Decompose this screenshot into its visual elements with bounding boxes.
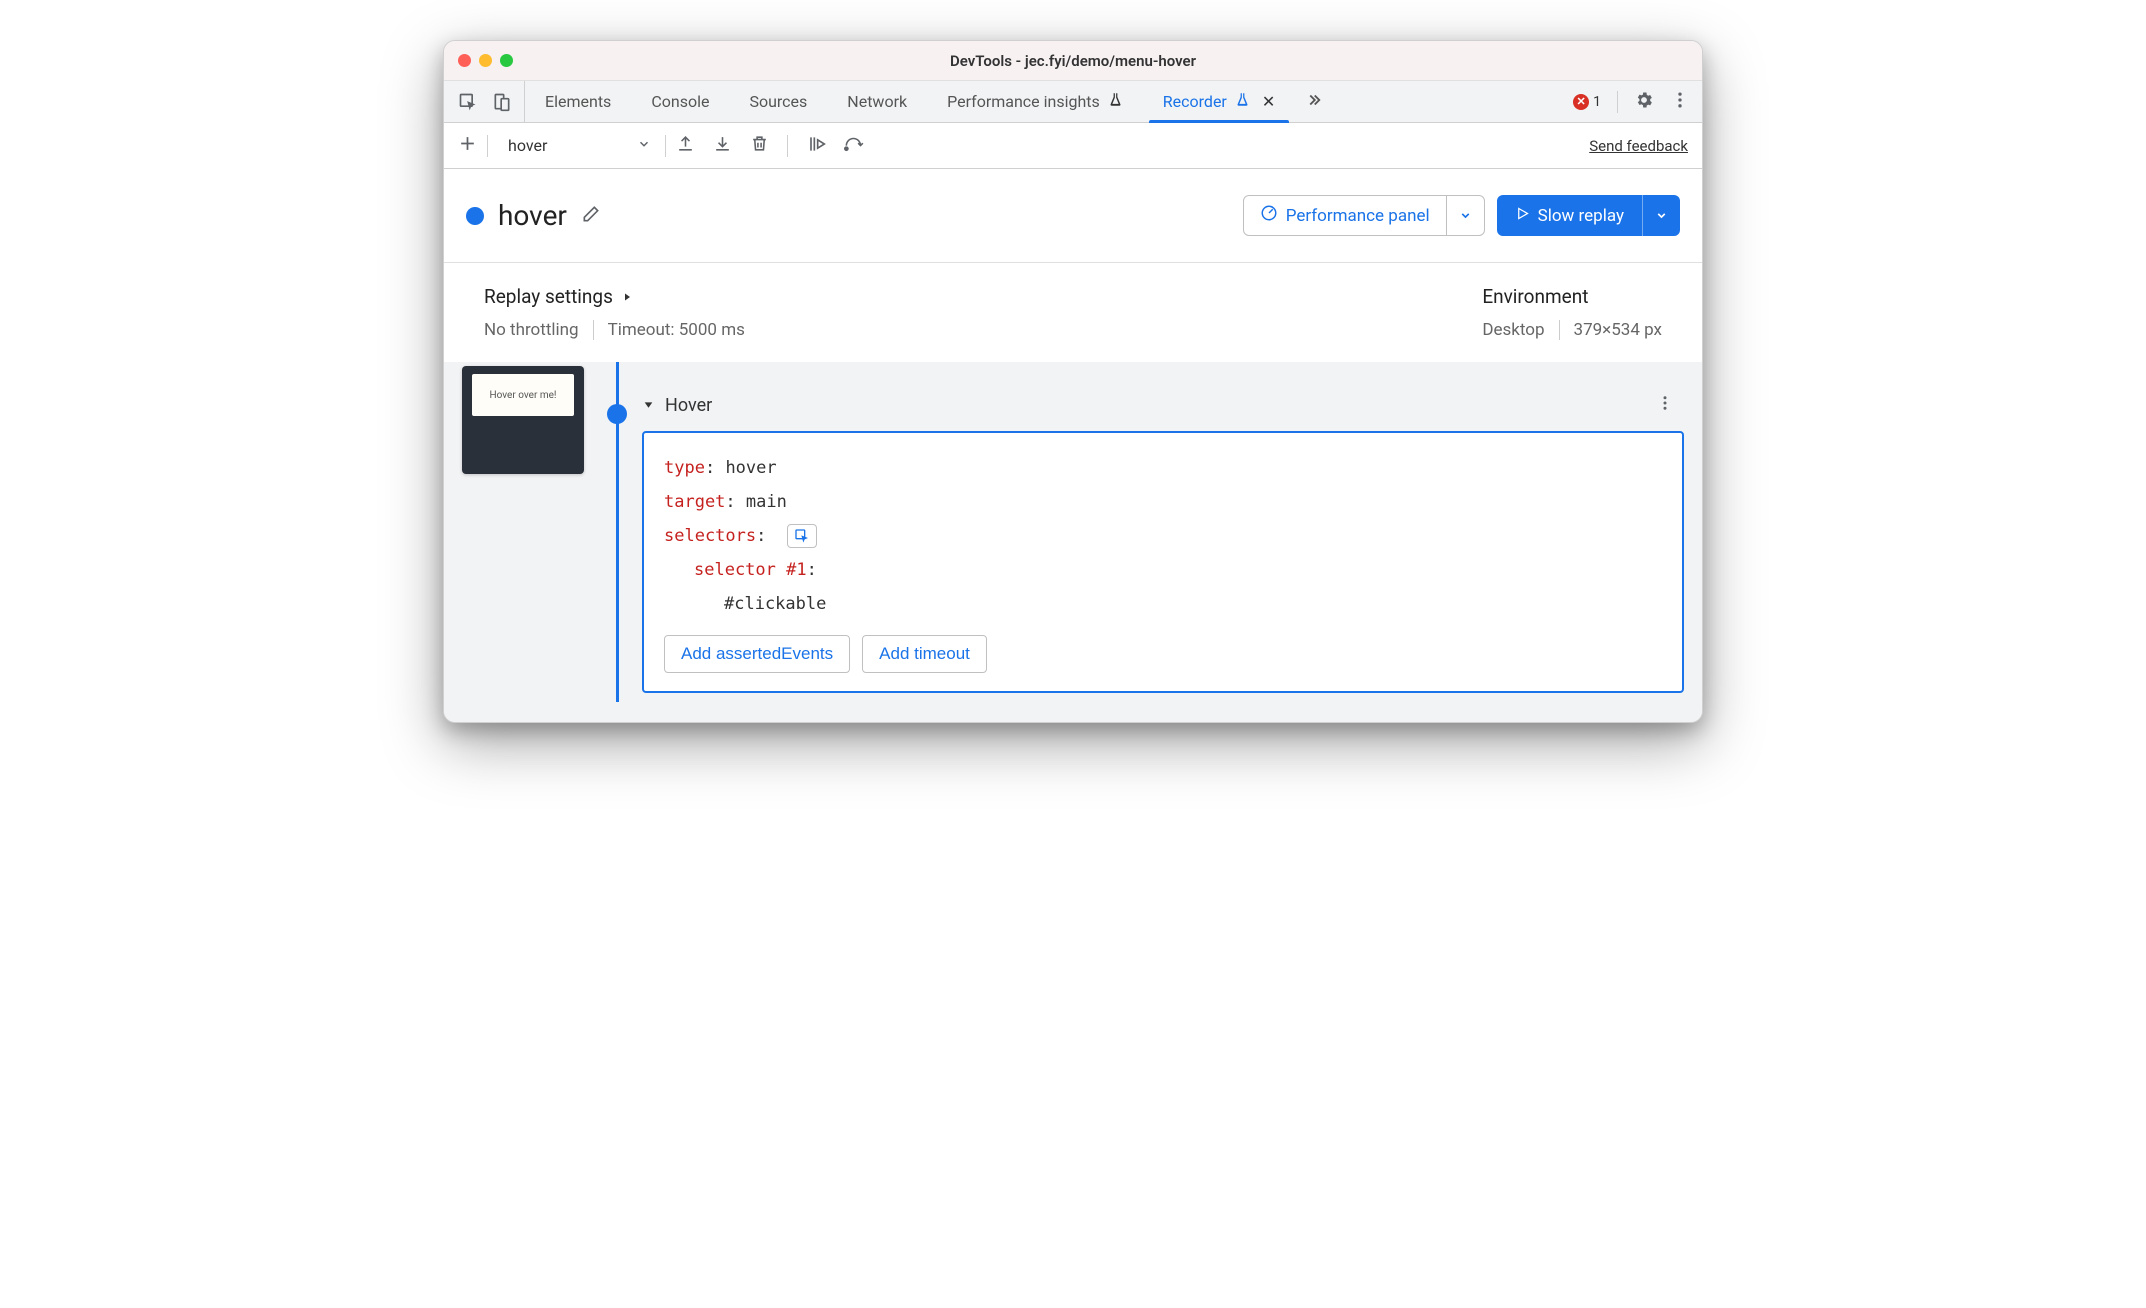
maximize-window-button[interactable] [500,54,513,67]
step-thumbnail[interactable]: Hover over me! [462,366,584,474]
recording-header: hover Performance panel [444,169,1702,263]
settings-gear-icon[interactable] [1634,90,1654,114]
error-badge[interactable]: ✕ 1 [1573,94,1601,110]
tab-network[interactable]: Network [827,81,927,122]
recorder-toolbar: hover Send feedback [444,123,1702,169]
steps-area: Hover over me! Hover [444,362,1702,722]
window-title: DevTools - jec.fyi/demo/menu-hover [444,52,1702,70]
close-tab-icon[interactable]: ✕ [1262,92,1275,111]
replay-settings-toggle[interactable]: Replay settings [484,285,1482,308]
tab-elements[interactable]: Elements [525,81,631,122]
delete-icon[interactable] [750,134,769,157]
titlebar: DevTools - jec.fyi/demo/menu-hover [444,41,1702,81]
chevrons-right-icon [1305,91,1323,113]
tab-recorder[interactable]: Recorder ✕ [1143,81,1295,122]
thumbnail-label: Hover over me! [490,390,557,401]
step-details-card: type: hover target: main selectors: sele… [642,431,1684,693]
environment-label: Environment [1482,285,1662,308]
more-tabs-button[interactable] [1295,81,1333,122]
dimensions-value: 379×534 px [1574,320,1662,340]
add-asserted-events-button[interactable]: Add assertedEvents [664,635,850,673]
panel-tabbar: Elements Console Sources Network Perform… [444,81,1702,123]
flask-icon [1235,92,1250,111]
timeout-value: Timeout: 5000 ms [608,320,745,340]
device-value: Desktop [1482,320,1544,340]
settings-row: Replay settings No throttling Timeout: 5… [444,263,1702,362]
tab-console[interactable]: Console [631,81,729,122]
error-icon: ✕ [1573,94,1589,110]
caret-down-icon [642,395,655,416]
replay-dropdown[interactable] [1642,195,1680,236]
panel-tabs: Elements Console Sources Network Perform… [525,81,1333,122]
send-feedback-link[interactable]: Send feedback [1589,137,1688,155]
tabbar-right: ✕ 1 [1561,81,1702,122]
inspect-controls [452,81,525,122]
record-indicator-icon [466,207,484,225]
recording-select[interactable]: hover [498,136,655,155]
close-window-button[interactable] [458,54,471,67]
device-toolbar-icon[interactable] [492,92,512,112]
tab-performance-insights[interactable]: Performance insights [927,81,1143,122]
step-type-row[interactable]: type: hover [664,451,1662,485]
new-recording-button[interactable] [458,134,477,157]
toolbar-actions [676,134,866,158]
step-selectors-row[interactable]: selectors: [664,519,1662,553]
timeline-step-dot[interactable] [607,404,627,424]
inspect-element-icon[interactable] [458,92,478,112]
edit-title-icon[interactable] [581,204,601,228]
gauge-icon [1260,204,1278,227]
continue-icon[interactable] [806,134,826,158]
tab-sources[interactable]: Sources [729,81,827,122]
window-controls [458,54,513,67]
selector-picker-button[interactable] [787,524,817,548]
add-timeout-button[interactable]: Add timeout [862,635,987,673]
step-header: Hover [642,394,1684,417]
devtools-window: DevTools - jec.fyi/demo/menu-hover Eleme… [443,40,1703,723]
step-title: Hover [665,395,712,416]
performance-panel-button[interactable]: Performance panel [1243,195,1485,236]
step-selector1-value[interactable]: #clickable [664,587,1662,621]
step-more-menu-icon[interactable] [1656,394,1674,417]
more-menu-icon[interactable] [1670,90,1690,114]
performance-panel-dropdown[interactable] [1446,196,1484,235]
play-icon [1515,206,1530,226]
import-icon[interactable] [713,134,732,157]
throttling-value: No throttling [484,320,579,340]
export-icon[interactable] [676,134,695,157]
step-selector1-label[interactable]: selector #1: [664,553,1662,587]
step-target-row[interactable]: target: main [664,485,1662,519]
chevron-right-icon [621,285,633,308]
step-expand-toggle[interactable]: Hover [642,395,712,416]
timeline [592,362,642,702]
chevron-down-icon [637,136,651,155]
error-count: 1 [1593,94,1601,110]
minimize-window-button[interactable] [479,54,492,67]
recording-title: hover [498,199,567,232]
step-icon[interactable] [844,134,866,158]
slow-replay-button[interactable]: Slow replay [1497,195,1680,236]
flask-icon [1108,92,1123,111]
